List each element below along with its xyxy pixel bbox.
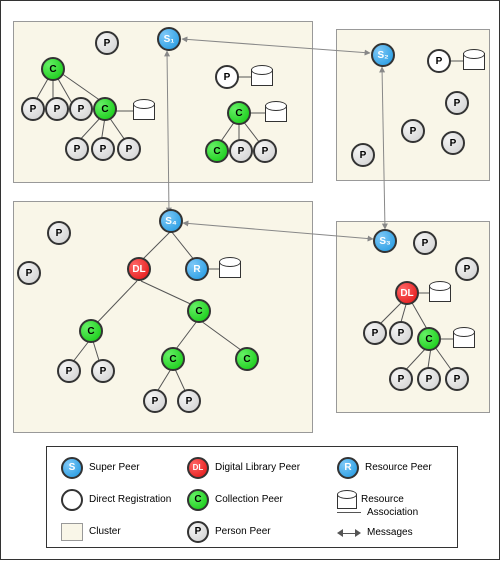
person-peer: P <box>351 143 375 167</box>
person-peer: P <box>65 137 89 161</box>
legend-direct-reg-label: Direct Registration <box>89 495 171 505</box>
legend-messages-icon <box>337 528 361 538</box>
collection-peer: C <box>205 139 229 163</box>
person-peer: P <box>441 131 465 155</box>
person-peer: P <box>57 359 81 383</box>
legend-association-icon <box>337 512 361 513</box>
person-peer: P <box>69 97 93 121</box>
resource-cylinder <box>219 257 239 279</box>
person-peer: P <box>229 139 253 163</box>
super-peer-s1: S₁ <box>157 27 181 51</box>
collection-peer: C <box>161 347 185 371</box>
collection-peer: C <box>93 97 117 121</box>
legend-dl-label: Digital Library Peer <box>215 462 300 473</box>
legend-super-peer-icon: S <box>61 457 83 479</box>
resource-cylinder <box>463 49 483 71</box>
legend-resource-peer-label: Resource Peer <box>365 462 432 473</box>
person-peer: P <box>389 321 413 345</box>
person-peer: P <box>45 97 69 121</box>
legend-association-label: Association <box>367 507 418 518</box>
legend-cluster-icon <box>61 523 83 541</box>
legend-dl-icon: DL <box>187 457 209 479</box>
legend-collection-label: Collection Peer <box>215 494 283 505</box>
collection-peer: C <box>227 101 251 125</box>
legend-collection-icon: C <box>187 489 209 511</box>
legend-resource-peer-icon: R <box>337 457 359 479</box>
person-peer: P <box>91 137 115 161</box>
person-peer: P <box>91 359 115 383</box>
person-peer: P <box>143 389 167 413</box>
collection-peer: C <box>187 299 211 323</box>
person-peer: P <box>445 367 469 391</box>
digital-library-peer: DL <box>127 257 151 281</box>
legend-cluster-label: Cluster <box>89 526 121 537</box>
person-peer: P <box>417 367 441 391</box>
resource-cylinder <box>453 327 473 349</box>
legend-super-peer-label: Super Peer <box>89 462 140 473</box>
person-peer: P <box>413 231 437 255</box>
collection-peer: C <box>79 319 103 343</box>
legend-person-label: Person Peer <box>215 526 271 537</box>
person-peer: P <box>389 367 413 391</box>
legend-person-icon: P <box>187 521 209 543</box>
person-peer: P <box>455 257 479 281</box>
collection-peer: C <box>235 347 259 371</box>
super-peer-s2: S₂ <box>371 43 395 67</box>
digital-library-peer: DL <box>395 281 419 305</box>
legend-messages-label: Messages <box>367 527 413 538</box>
person-peer: P <box>363 321 387 345</box>
person-peer: P <box>21 97 45 121</box>
person-peer: P <box>95 31 119 55</box>
legend: S Super Peer DL Digital Library Peer R Reso… <box>46 446 458 548</box>
resource-cylinder <box>429 281 449 303</box>
person-peer: P <box>253 139 277 163</box>
legend-direct-reg-icon <box>61 489 83 511</box>
person-peer: P <box>17 261 41 285</box>
diagram-canvas: S₁ P C P P P C P P P P C C P P S₂ P P P … <box>0 0 500 560</box>
collection-peer: C <box>41 57 65 81</box>
resource-cylinder <box>133 99 153 121</box>
person-peer: P <box>401 119 425 143</box>
legend-resource-label: Resource <box>361 494 404 505</box>
direct-registration: P <box>427 49 451 73</box>
super-peer-s3: S₃ <box>373 229 397 253</box>
person-peer: P <box>47 221 71 245</box>
person-peer: P <box>177 389 201 413</box>
resource-cylinder <box>265 101 285 123</box>
person-peer: P <box>117 137 141 161</box>
direct-registration: P <box>215 65 239 89</box>
super-peer-s4: S₄ <box>159 209 183 233</box>
collection-peer: C <box>417 327 441 351</box>
person-peer: P <box>445 91 469 115</box>
resource-cylinder <box>251 65 271 87</box>
resource-peer: R <box>185 257 209 281</box>
